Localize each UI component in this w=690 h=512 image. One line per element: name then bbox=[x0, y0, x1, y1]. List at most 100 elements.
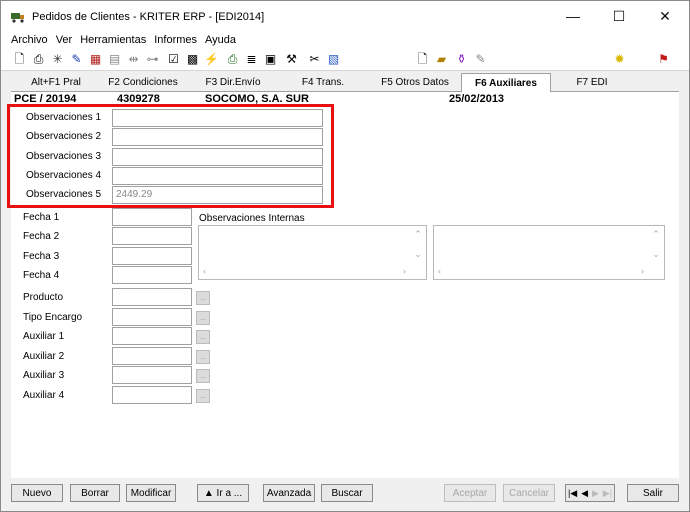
menu-archivo[interactable]: Archivo bbox=[11, 34, 48, 46]
cancelar-button[interactable]: Cancelar bbox=[503, 484, 555, 502]
modificar-button[interactable]: Modificar bbox=[126, 484, 176, 502]
form-icon[interactable]: ▣ bbox=[263, 52, 278, 67]
observaciones-2-label: Observaciones 2 bbox=[26, 131, 102, 142]
observaciones-2-input[interactable] bbox=[112, 128, 323, 146]
memo-horizontal-scrollbar[interactable]: ‹ › bbox=[199, 263, 410, 279]
tab-condiciones[interactable]: F2 Condiciones bbox=[97, 74, 189, 91]
tab-trans[interactable]: F4 Trans. bbox=[277, 74, 369, 91]
paste-icon[interactable]: ▧ bbox=[326, 52, 341, 67]
memo-vertical-scrollbar[interactable]: ⌃ ⌄ bbox=[410, 226, 426, 263]
spark-icon[interactable]: ✳ bbox=[50, 52, 65, 67]
toolbar: 🗋 ⎙ ✳ ✎ ▦ ▤ ⇹ ⊶ ☑ ▩ ⚡ ⎙ ≣ ▣ ⚒ ✂ ▧ 🗋 ▰ ⚱ … bbox=[1, 48, 689, 71]
exit-icon[interactable]: ⚑ bbox=[656, 52, 671, 67]
auxiliar-1-input[interactable] bbox=[112, 327, 192, 345]
auxiliar-3-input[interactable] bbox=[112, 366, 192, 384]
scroll-left-icon[interactable]: ‹ bbox=[203, 266, 206, 276]
memo-2-horizontal-scrollbar[interactable]: ‹ › bbox=[434, 263, 648, 279]
tab-principal[interactable]: Alt+F1 Pral bbox=[15, 74, 97, 91]
tree-icon[interactable]: ⊶ bbox=[145, 52, 160, 67]
prev-record-icon[interactable]: ◀ bbox=[581, 488, 588, 499]
observaciones-4-label: Observaciones 4 bbox=[26, 170, 102, 181]
preview-icon[interactable]: 🗋 bbox=[12, 52, 27, 67]
bottle-icon[interactable]: ⚱ bbox=[454, 52, 469, 67]
tipo-encargo-input[interactable] bbox=[112, 308, 192, 326]
cut-icon[interactable]: ✂ bbox=[307, 52, 322, 67]
auxiliar-3-lookup-button[interactable]: ... bbox=[196, 369, 210, 383]
edit-icon[interactable]: ✎ bbox=[69, 52, 84, 67]
borrar-button[interactable]: Borrar bbox=[70, 484, 120, 502]
tipo-encargo-lookup-button[interactable]: ... bbox=[196, 311, 210, 325]
tab-otros-datos[interactable]: F5 Otros Datos bbox=[369, 74, 461, 91]
folder-icon[interactable]: ▰ bbox=[434, 52, 449, 67]
observaciones-3-input[interactable] bbox=[112, 148, 323, 166]
minimize-button[interactable]: — bbox=[550, 1, 596, 31]
bulb-icon[interactable]: ✹ bbox=[612, 52, 627, 67]
observaciones-internas-label: Observaciones Internas bbox=[199, 213, 305, 224]
fecha-4-input[interactable] bbox=[112, 266, 192, 284]
next-record-icon[interactable]: ▶ bbox=[592, 488, 599, 499]
calculator-icon[interactable]: ▦ bbox=[88, 52, 103, 67]
record-navigator: |◀ ◀ ▶ ▶| bbox=[565, 484, 615, 502]
close-button[interactable]: ✕ bbox=[642, 1, 688, 31]
grid-icon[interactable]: ▩ bbox=[185, 52, 200, 67]
clip-icon[interactable]: ✎ bbox=[473, 52, 488, 67]
link-icon[interactable]: ⚡ bbox=[204, 52, 219, 67]
page-icon[interactable]: 🗋 bbox=[415, 52, 430, 67]
auxiliar-4-input[interactable] bbox=[112, 386, 192, 404]
nuevo-button[interactable]: Nuevo bbox=[11, 484, 63, 502]
scroll-left-icon[interactable]: ‹ bbox=[438, 266, 441, 276]
maximize-button[interactable]: ☐ bbox=[596, 1, 642, 31]
tab-edi[interactable]: F7 EDI bbox=[551, 74, 633, 91]
producto-input[interactable] bbox=[112, 288, 192, 306]
menu-bar: Archivo Ver Herramientas Informes Ayuda bbox=[1, 31, 689, 48]
observaciones-internas-memo-2[interactable]: ⌃ ⌄ ‹ › bbox=[433, 225, 665, 280]
observaciones-4-input[interactable] bbox=[112, 167, 323, 185]
document-icon[interactable]: ▤ bbox=[107, 52, 122, 67]
menu-ver[interactable]: Ver bbox=[56, 34, 73, 46]
scroll-down-icon[interactable]: ⌄ bbox=[414, 249, 422, 260]
tab-strip: Alt+F1 Pral F2 Condiciones F3 Dir.Envío … bbox=[11, 73, 679, 92]
sheet-icon[interactable]: ☑ bbox=[166, 52, 181, 67]
menu-ayuda[interactable]: Ayuda bbox=[205, 34, 236, 46]
auxiliar-1-lookup-button[interactable]: ... bbox=[196, 330, 210, 344]
menu-herramientas[interactable]: Herramientas bbox=[80, 34, 146, 46]
auxiliar-3-label: Auxiliar 3 bbox=[23, 370, 65, 381]
last-record-icon[interactable]: ▶| bbox=[603, 488, 612, 499]
window-title: Pedidos de Clientes - KRITER ERP - [EDI2… bbox=[32, 11, 265, 23]
producto-label: Producto bbox=[23, 292, 64, 303]
ir-a-button[interactable]: ▲ Ir a ... bbox=[197, 484, 249, 502]
fecha-3-label: Fecha 3 bbox=[23, 251, 60, 262]
menu-informes[interactable]: Informes bbox=[154, 34, 197, 46]
split-icon[interactable]: ⇹ bbox=[126, 52, 141, 67]
print-icon[interactable]: ⎙ bbox=[31, 52, 46, 67]
memo-2-vertical-scrollbar[interactable]: ⌃ ⌄ bbox=[648, 226, 664, 263]
auxiliar-1-label: Auxiliar 1 bbox=[23, 331, 65, 342]
fecha-3-input[interactable] bbox=[112, 247, 192, 265]
buscar-button[interactable]: Buscar bbox=[321, 484, 373, 502]
fecha-2-input[interactable] bbox=[112, 227, 192, 245]
scroll-up-icon[interactable]: ⌃ bbox=[414, 229, 422, 240]
observaciones-1-label: Observaciones 1 bbox=[26, 112, 102, 123]
scroll-up-icon[interactable]: ⌃ bbox=[652, 229, 660, 240]
scroll-down-icon[interactable]: ⌄ bbox=[652, 249, 660, 260]
observaciones-5-input[interactable]: 2449.29 bbox=[112, 186, 323, 204]
auxiliar-4-lookup-button[interactable]: ... bbox=[196, 389, 210, 403]
fecha-1-input[interactable] bbox=[112, 208, 192, 226]
printer-icon[interactable]: ⎙ bbox=[225, 52, 240, 67]
tab-dir-envio[interactable]: F3 Dir.Envío bbox=[189, 74, 277, 91]
scroll-right-icon[interactable]: › bbox=[403, 266, 406, 276]
scroll-right-icon[interactable]: › bbox=[641, 266, 644, 276]
avanzada-button[interactable]: Avanzada bbox=[263, 484, 315, 502]
list-icon[interactable]: ≣ bbox=[244, 52, 259, 67]
salir-button[interactable]: Salir bbox=[627, 484, 679, 502]
first-record-icon[interactable]: |◀ bbox=[568, 488, 577, 499]
observaciones-internas-memo[interactable]: ⌃ ⌄ ‹ › bbox=[198, 225, 427, 280]
auxiliar-2-input[interactable] bbox=[112, 347, 192, 365]
order-number: PCE / 20194 bbox=[14, 93, 77, 105]
tab-auxiliares[interactable]: F6 Auxiliares bbox=[461, 73, 551, 92]
producto-lookup-button[interactable]: ... bbox=[196, 291, 210, 305]
tools-icon[interactable]: ⚒ bbox=[284, 52, 299, 67]
auxiliar-2-lookup-button[interactable]: ... bbox=[196, 350, 210, 364]
aceptar-button[interactable]: Aceptar bbox=[444, 484, 496, 502]
observaciones-1-input[interactable] bbox=[112, 109, 323, 127]
